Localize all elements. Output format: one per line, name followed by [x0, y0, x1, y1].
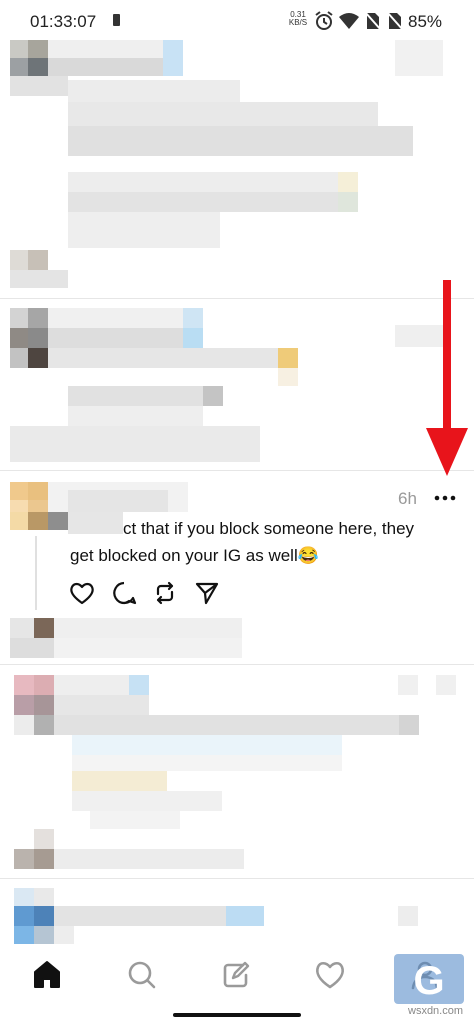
like-icon[interactable] [68, 579, 96, 607]
post-text-line-1: ct that if you block someone here, they [123, 519, 415, 538]
post-timestamp: 6h [398, 489, 417, 508]
divider [0, 664, 474, 665]
thread-line [35, 536, 37, 610]
home-indicator[interactable] [173, 1013, 301, 1017]
more-options-icon[interactable] [432, 488, 458, 508]
svg-text:G: G [413, 959, 444, 1003]
status-time: 01:33:07 [30, 12, 97, 31]
compose-icon[interactable] [216, 955, 256, 995]
no-sim-icon [364, 11, 382, 31]
alarm-icon [315, 11, 333, 30]
divider [0, 470, 474, 471]
divider [0, 878, 474, 879]
activity-heart-icon[interactable] [310, 955, 350, 995]
status-bar: 01:33:07 0.31 KB/S 85% [0, 0, 474, 44]
watermark-logo: G [394, 954, 464, 1004]
post-text-line-2: get blocked on your IG as well😂 [70, 546, 319, 565]
share-icon[interactable] [193, 579, 221, 607]
battery-saver-icon [113, 14, 120, 26]
repost-icon[interactable] [151, 579, 179, 607]
annotation-arrow-icon [426, 280, 468, 476]
search-icon[interactable] [122, 955, 162, 995]
battery-percent: 85% [408, 12, 443, 31]
net-speed: 0.31 KB/S [288, 11, 308, 27]
wifi-icon [339, 13, 359, 29]
home-icon[interactable] [27, 955, 67, 995]
comment-icon[interactable] [110, 579, 138, 607]
divider [0, 298, 474, 299]
no-sim-2-icon [386, 11, 404, 31]
watermark-text: wsxdn.com [408, 1005, 464, 1017]
net-speed-unit: KB/S [288, 18, 308, 27]
